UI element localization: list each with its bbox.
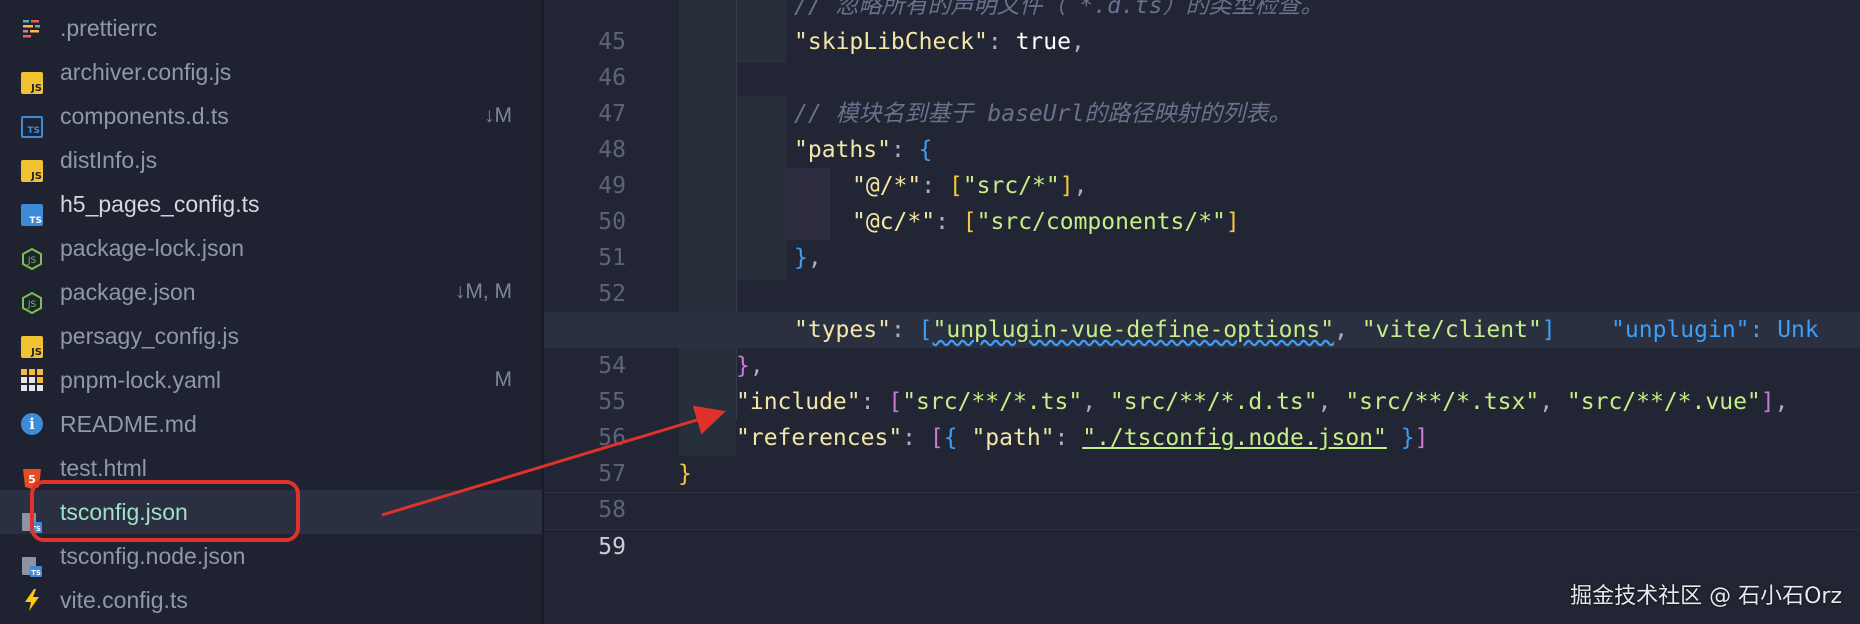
comment: // 忽略所有的声明文件（ *.d.ts）的类型检查。 bbox=[794, 0, 1324, 19]
pnpm-icon bbox=[21, 369, 43, 391]
file-item-package-json[interactable]: JS package.json ↓M, M bbox=[0, 270, 542, 314]
svg-text:JS: JS bbox=[27, 300, 37, 310]
json-string: "vite/client" bbox=[1361, 317, 1542, 343]
file-item-components-d-ts[interactable]: TS components.d.ts ↓M bbox=[0, 94, 542, 138]
json-string: "src/**/*.tsx" bbox=[1345, 389, 1540, 415]
file-item-package-lock[interactable]: JS package-lock.json bbox=[0, 226, 542, 270]
file-name: distInfo.js bbox=[60, 147, 158, 173]
svg-text:TS: TS bbox=[31, 569, 41, 577]
typescript-def-icon: TS bbox=[21, 116, 43, 138]
tsconfig-icon: TS bbox=[21, 556, 43, 578]
json-string: "src/components/*" bbox=[976, 209, 1226, 235]
javascript-icon: JS bbox=[21, 160, 43, 182]
json-string: "src/**/*.vue" bbox=[1566, 389, 1761, 415]
file-name: .prettierrc bbox=[60, 15, 158, 41]
git-status-badge: M bbox=[494, 368, 513, 391]
file-name: h5_pages_config.ts bbox=[60, 191, 260, 217]
json-string: "unplugin-vue-define-options" bbox=[932, 317, 1335, 343]
code-line-48: 48 // 模块名到基于 baseUrl的路径映射的列表。 bbox=[544, 96, 1860, 163]
code-line-56: 56 "include": ["src/**/*.ts", "src/**/*.… bbox=[544, 384, 1860, 451]
file-item-vite-config[interactable]: vite.config.ts bbox=[0, 578, 542, 622]
json-key: "references" bbox=[736, 425, 903, 451]
code-line-54: 54 "types": ["unplugin-vue-define-option… bbox=[544, 312, 1860, 379]
file-name: README.md bbox=[60, 411, 197, 437]
code-line-49: 49 "paths": { bbox=[544, 132, 1860, 199]
code-line-50: 50 "@/*": ["src/*"], bbox=[544, 168, 1860, 235]
code-line-51: 51 "@c/*": ["src/components/*"] bbox=[544, 204, 1860, 271]
code-line-52: 52 }, bbox=[544, 240, 1860, 307]
file-item-archiver-config[interactable]: JS archiver.config.js bbox=[0, 50, 542, 94]
json-string: "src/**/*.ts" bbox=[902, 389, 1083, 415]
git-status-badge: ↓M bbox=[484, 104, 512, 127]
file-name: pnpm-lock.yaml bbox=[60, 367, 222, 393]
file-item-persagy-config[interactable]: JS persagy_config.js bbox=[0, 314, 542, 358]
javascript-icon: JS bbox=[21, 72, 43, 94]
file-name: components.d.ts bbox=[60, 103, 229, 129]
json-key: "path" bbox=[971, 425, 1055, 451]
git-status-badge: ↓M, M bbox=[454, 280, 512, 303]
json-value: true bbox=[1015, 29, 1071, 55]
code-line-46: 46 "skipLibCheck": true, bbox=[544, 24, 1860, 91]
json-key: "paths" bbox=[794, 137, 891, 163]
json-key: "@c/*" bbox=[852, 209, 936, 235]
code-line-59: 59 bbox=[544, 492, 1860, 560]
file-item-readme[interactable]: i README.md bbox=[0, 402, 542, 446]
file-name: persagy_config.js bbox=[60, 323, 239, 349]
javascript-icon: JS bbox=[21, 336, 43, 358]
line-number: 59 bbox=[598, 534, 626, 560]
typescript-icon: TS bbox=[21, 204, 43, 226]
json-key: "@/*" bbox=[852, 173, 922, 199]
info-icon: i bbox=[21, 413, 43, 435]
svg-text:JS: JS bbox=[27, 256, 37, 266]
vite-icon bbox=[21, 589, 43, 611]
code-line-47: 47 bbox=[544, 60, 1860, 127]
comment: // 模块名到基于 baseUrl的路径映射的列表。 bbox=[794, 101, 1292, 127]
json-key: "types" bbox=[794, 317, 891, 343]
annotation-highlight-box bbox=[30, 480, 300, 542]
file-name: vite.config.ts bbox=[60, 587, 188, 613]
code-line-53: 53 bbox=[544, 276, 1860, 343]
json-key: "include" bbox=[736, 389, 861, 415]
code-editor[interactable]: 45 // 忽略所有的声明文件（ *.d.ts）的类型检查。 46 "skipL… bbox=[544, 0, 1860, 624]
nodejs-icon: JS bbox=[21, 292, 43, 314]
prettier-icon bbox=[21, 17, 43, 39]
code-line-58: 58 } bbox=[544, 456, 1860, 523]
json-string: "src/*" bbox=[962, 173, 1060, 199]
error-lens-hint: "unplugin": Unk bbox=[1611, 317, 1819, 343]
code-line-45: 45 // 忽略所有的声明文件（ *.d.ts）的类型检查。 bbox=[544, 0, 1860, 55]
code-line-55: 55 }, bbox=[544, 348, 1860, 415]
file-name: package.json bbox=[60, 279, 196, 305]
file-item-distinfo[interactable]: JS distInfo.js bbox=[0, 138, 542, 182]
watermark: 掘金技术社区 @ 石小石Orz bbox=[1570, 584, 1842, 609]
file-item-pnpm-lock[interactable]: pnpm-lock.yaml M bbox=[0, 358, 542, 402]
json-key: "skipLibCheck" bbox=[794, 29, 988, 55]
json-string-link[interactable]: "./tsconfig.node.json" bbox=[1082, 425, 1387, 451]
nodejs-icon: JS bbox=[21, 248, 43, 270]
file-item-h5-pages-config[interactable]: TS h5_pages_config.ts bbox=[0, 182, 542, 226]
code-line-57: 57 "references": [{ "path": "./tsconfig.… bbox=[544, 420, 1860, 487]
json-string: "src/**/*.d.ts" bbox=[1109, 389, 1318, 415]
file-name: archiver.config.js bbox=[60, 59, 232, 85]
file-name: package-lock.json bbox=[60, 235, 245, 261]
file-item-prettierrc[interactable]: .prettierrc bbox=[0, 6, 542, 50]
